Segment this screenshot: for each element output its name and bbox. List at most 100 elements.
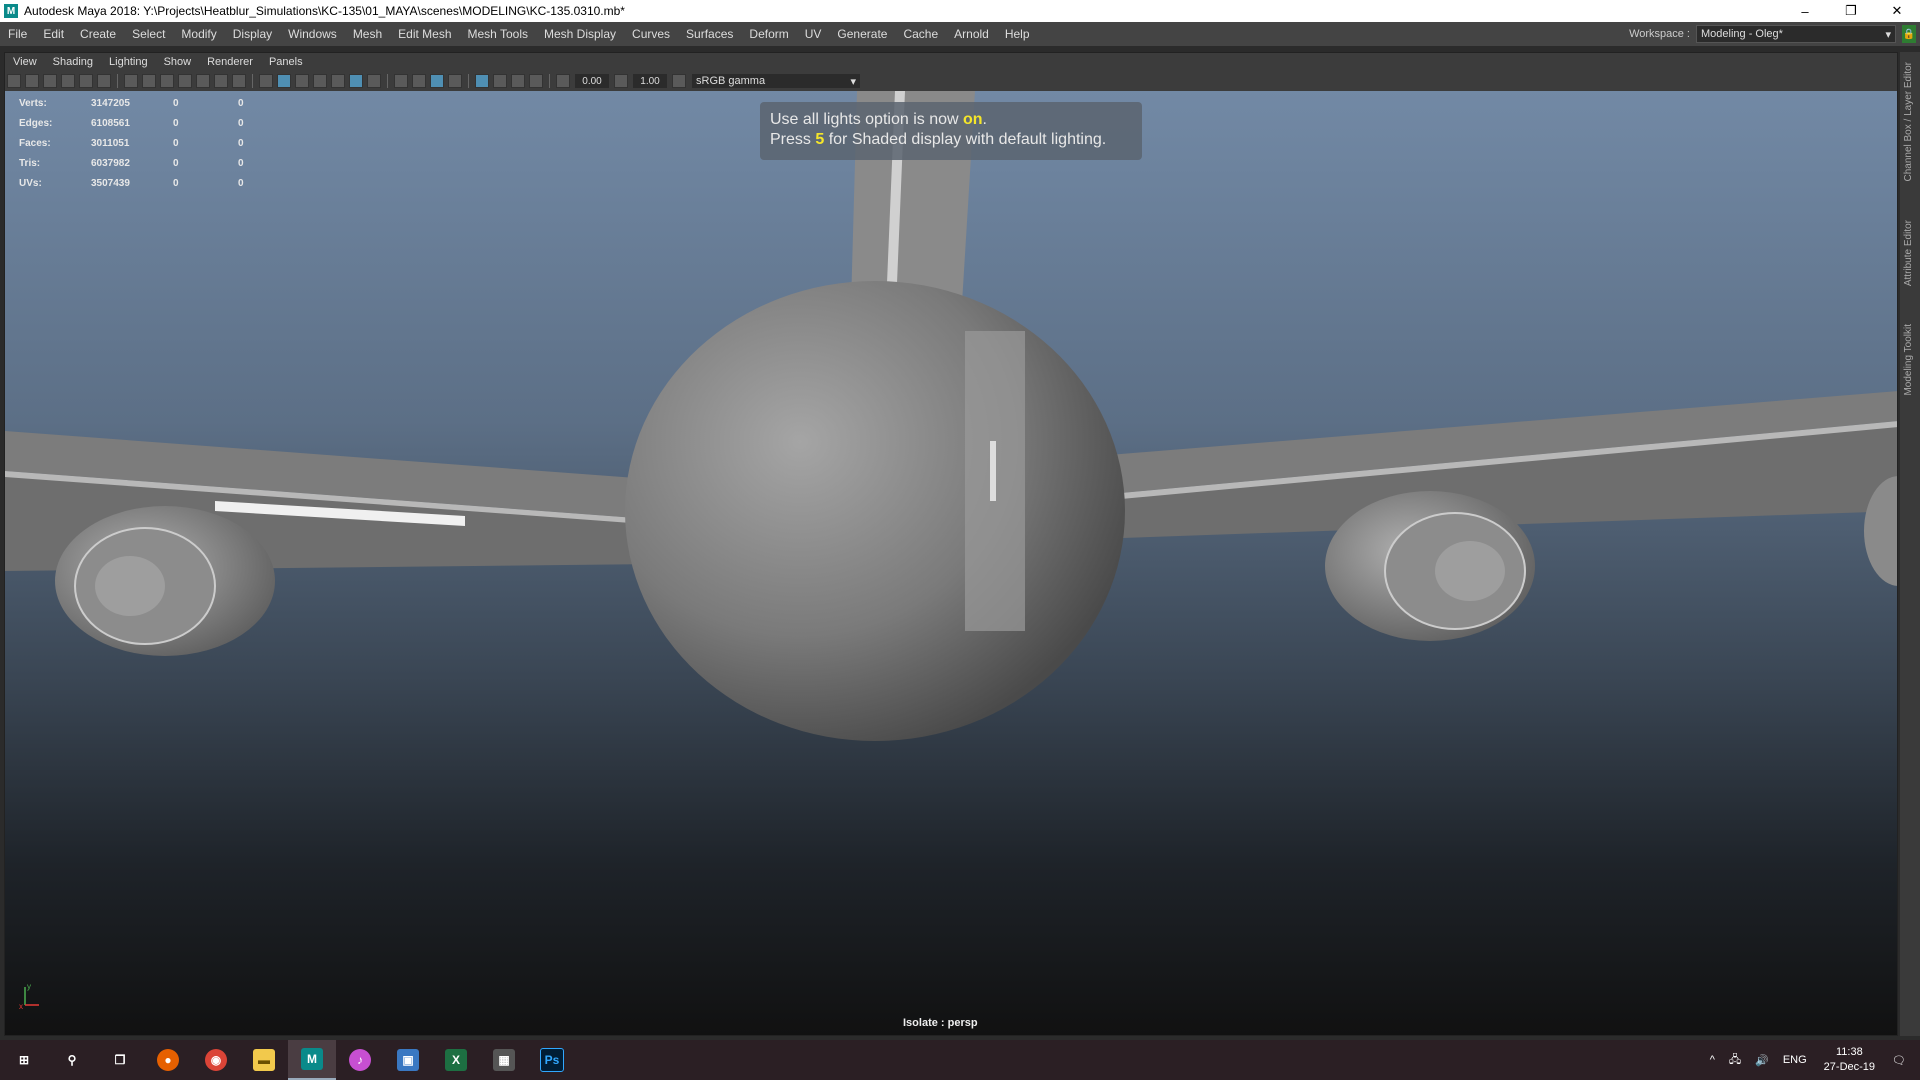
menu-select[interactable]: Select: [124, 27, 173, 41]
panel-menu-shading[interactable]: Shading: [45, 56, 101, 68]
axis-gizmo-icon: y x: [19, 982, 39, 1011]
camera-lock-icon[interactable]: [25, 74, 39, 88]
menu-mesh-tools[interactable]: Mesh Tools: [460, 27, 536, 41]
volume-icon[interactable]: 🔊: [1755, 1054, 1769, 1067]
exposure-field[interactable]: 0.00: [575, 74, 609, 88]
gamma-field[interactable]: 1.00: [633, 74, 667, 88]
menu-generate[interactable]: Generate: [829, 27, 895, 41]
panel-menu-renderer[interactable]: Renderer: [199, 56, 261, 68]
menu-arnold[interactable]: Arnold: [946, 27, 997, 41]
menu-help[interactable]: Help: [997, 27, 1038, 41]
screen-space-ao-icon[interactable]: [394, 74, 408, 88]
language-indicator[interactable]: ENG: [1783, 1054, 1807, 1066]
close-button[interactable]: ✕: [1874, 0, 1920, 22]
restore-button[interactable]: ❐: [1828, 0, 1874, 22]
image-plane-icon[interactable]: [61, 74, 75, 88]
shadows-icon[interactable]: [367, 74, 381, 88]
multisample-aa-icon[interactable]: [430, 74, 444, 88]
wireframe-on-shaded-icon[interactable]: [313, 74, 327, 88]
hud-total: 6108561: [91, 117, 130, 129]
safe-action-icon[interactable]: [214, 74, 228, 88]
taskbar-excel[interactable]: X: [432, 1040, 480, 1080]
default-material-icon[interactable]: [295, 74, 309, 88]
menu-surfaces[interactable]: Surfaces: [678, 27, 741, 41]
taskbar-itunes[interactable]: ♪: [336, 1040, 384, 1080]
taskbar-firefox[interactable]: ●: [144, 1040, 192, 1080]
wireframe-icon[interactable]: [259, 74, 273, 88]
color-management-icon[interactable]: [672, 74, 686, 88]
xray-joints-icon[interactable]: [511, 74, 525, 88]
tab-attribute-editor[interactable]: Attribute Editor: [1903, 220, 1914, 286]
panel-menu-panels[interactable]: Panels: [261, 56, 311, 68]
lock-icon[interactable]: 🔒: [1902, 25, 1916, 43]
chrome-icon: ◉: [205, 1049, 227, 1071]
xray-components-icon[interactable]: [529, 74, 543, 88]
task-view-button[interactable]: ❒: [96, 1040, 144, 1080]
taskbar-photoshop[interactable]: Ps: [528, 1040, 576, 1080]
safe-title-icon[interactable]: [232, 74, 246, 88]
motion-blur-icon[interactable]: [412, 74, 426, 88]
panel-menu-lighting[interactable]: Lighting: [101, 56, 156, 68]
menu-edit-mesh[interactable]: Edit Mesh: [390, 27, 459, 41]
search-button[interactable]: ⚲: [48, 1040, 96, 1080]
grid-icon[interactable]: [124, 74, 138, 88]
notifications-icon[interactable]: 🗨: [1892, 1054, 1906, 1067]
toolbar-divider: [387, 74, 388, 88]
start-button[interactable]: ⊞: [0, 1040, 48, 1080]
hud-component: 0: [238, 157, 244, 169]
textured-icon[interactable]: [331, 74, 345, 88]
smooth-shade-icon[interactable]: [277, 74, 291, 88]
firefox-icon: ●: [157, 1049, 179, 1071]
tab-modeling-toolkit[interactable]: Modeling Toolkit: [1903, 324, 1914, 396]
grease-pencil-icon[interactable]: [97, 74, 111, 88]
depth-of-field-icon[interactable]: [448, 74, 462, 88]
menu-edit[interactable]: Edit: [35, 27, 72, 41]
film-gate-icon[interactable]: [142, 74, 156, 88]
use-all-lights-icon[interactable]: [349, 74, 363, 88]
tray-chevron-icon[interactable]: ^: [1710, 1054, 1715, 1066]
menu-cache[interactable]: Cache: [895, 27, 946, 41]
menu-deform[interactable]: Deform: [741, 27, 796, 41]
minimize-button[interactable]: –: [1782, 0, 1828, 22]
workspace-label: Workspace :: [1629, 28, 1690, 40]
taskbar-maya[interactable]: M: [288, 1040, 336, 1080]
menu-mesh-display[interactable]: Mesh Display: [536, 27, 624, 41]
tab-channel-box[interactable]: Channel Box / Layer Editor: [1903, 62, 1914, 182]
field-chart-icon[interactable]: [196, 74, 210, 88]
menu-modify[interactable]: Modify: [173, 27, 224, 41]
axis-x-label: x: [19, 1002, 23, 1011]
panel-toolbar: 0.00 1.00 sRGB gamma ▾: [5, 71, 1897, 91]
menu-windows[interactable]: Windows: [280, 27, 345, 41]
toolbar-divider: [468, 74, 469, 88]
message-highlight: on: [962, 111, 983, 128]
hud-component: 0: [238, 177, 244, 189]
hud-label: Tris:: [19, 157, 41, 169]
resolution-gate-icon[interactable]: [160, 74, 174, 88]
clock[interactable]: 11:38 27-Dec-19: [1824, 1045, 1875, 1075]
menu-display[interactable]: Display: [225, 27, 280, 41]
gamma-icon[interactable]: [614, 74, 628, 88]
network-icon[interactable]: 🖧: [1729, 1051, 1741, 1070]
exposure-icon[interactable]: [556, 74, 570, 88]
taskbar-file-explorer[interactable]: ▬: [240, 1040, 288, 1080]
menu-uv[interactable]: UV: [797, 27, 830, 41]
workspace-dropdown[interactable]: Modeling - Oleg* ▾: [1696, 25, 1896, 43]
bookmark-icon[interactable]: [43, 74, 57, 88]
isolate-select-icon[interactable]: [475, 74, 489, 88]
gate-mask-icon[interactable]: [178, 74, 192, 88]
menu-curves[interactable]: Curves: [624, 27, 678, 41]
xray-icon[interactable]: [493, 74, 507, 88]
panel-menu-view[interactable]: View: [5, 56, 45, 68]
view-transform-dropdown[interactable]: sRGB gamma ▾: [692, 74, 860, 88]
menu-file[interactable]: File: [0, 27, 35, 41]
taskbar-chrome[interactable]: ◉: [192, 1040, 240, 1080]
camera-icon[interactable]: [7, 74, 21, 88]
taskbar-calculator[interactable]: ▦: [480, 1040, 528, 1080]
itunes-icon: ♪: [349, 1049, 371, 1071]
pan-zoom-icon[interactable]: [79, 74, 93, 88]
menu-create[interactable]: Create: [72, 27, 124, 41]
menu-mesh[interactable]: Mesh: [345, 27, 390, 41]
panel-menu-show[interactable]: Show: [156, 56, 200, 68]
taskbar-photos[interactable]: ▣: [384, 1040, 432, 1080]
3d-viewport[interactable]: Verts: 3147205 0 0 Edges: 6108561 0 0 Fa…: [5, 91, 1897, 1035]
